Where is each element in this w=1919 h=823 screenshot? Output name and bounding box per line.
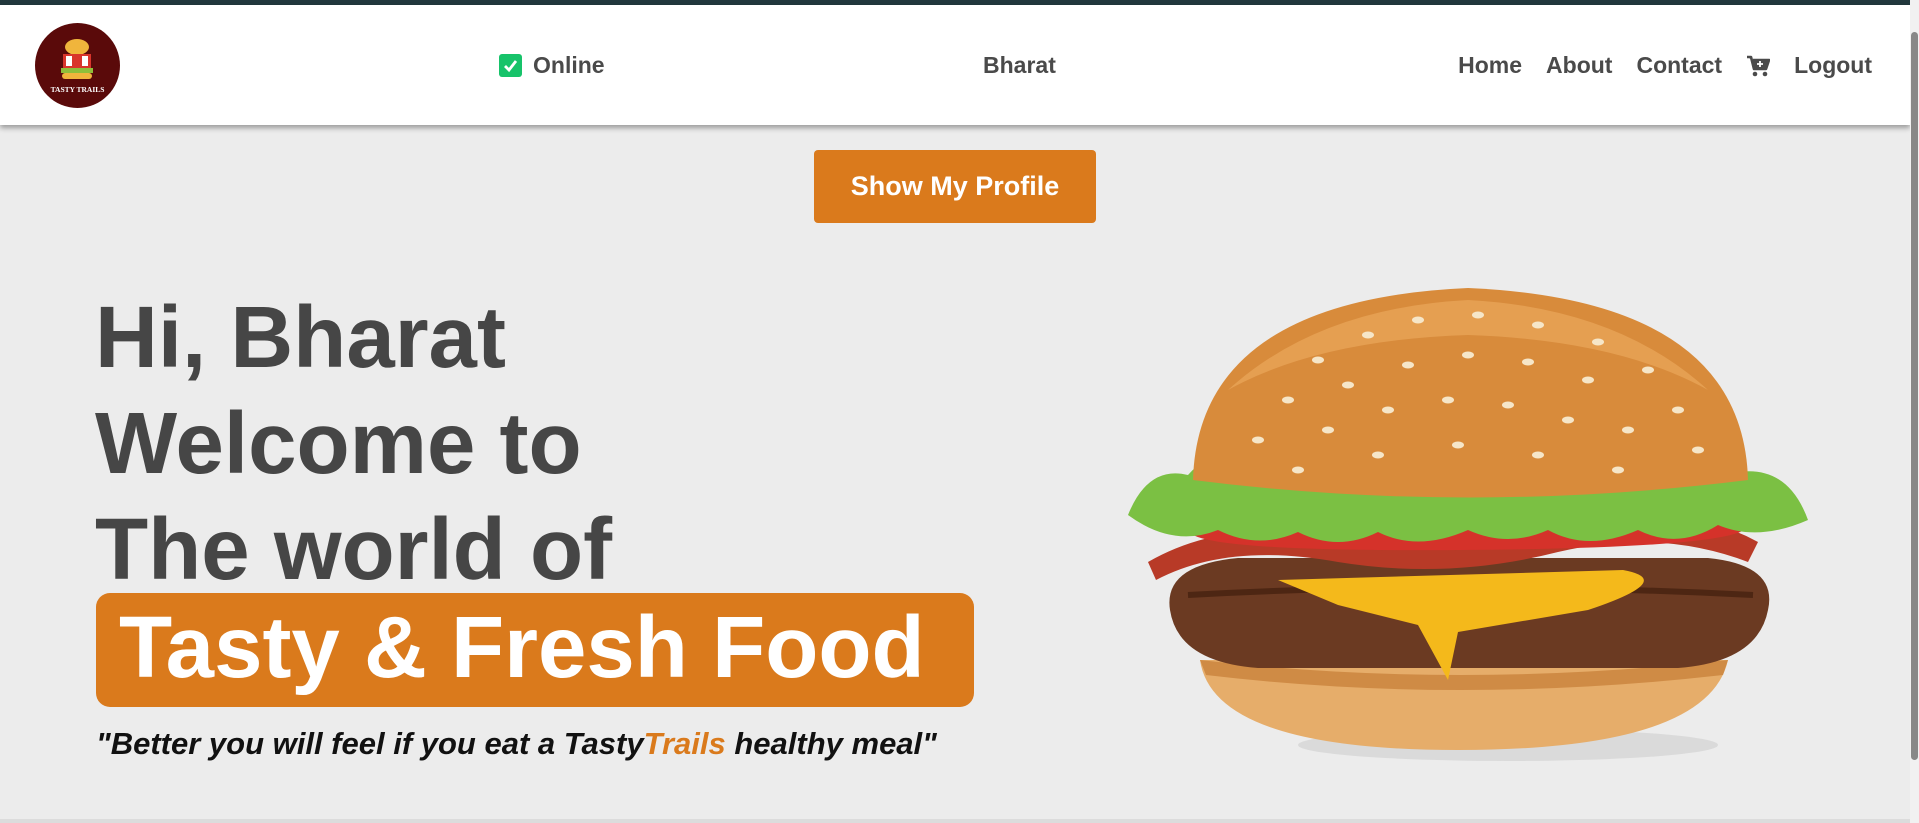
highlight-heading: Tasty & Fresh Food — [119, 599, 925, 696]
welcome-heading: Welcome to — [95, 395, 582, 492]
brand-logo[interactable]: TASTY TRAILS — [35, 23, 120, 108]
burger-image — [1118, 280, 1818, 775]
logo-text: TASTY TRAILS — [51, 85, 105, 94]
online-status: Online — [499, 52, 605, 79]
tagline: "Better you will feel if you eat a Tasty… — [96, 726, 937, 762]
show-profile-button[interactable]: Show My Profile — [814, 150, 1096, 223]
tagline-end: healthy meal" — [725, 726, 937, 761]
nav-home[interactable]: Home — [1458, 52, 1522, 79]
world-of-heading: The world of — [95, 501, 613, 598]
navbar: TASTY TRAILS Online Bharat Home About Co… — [0, 5, 1910, 125]
nav-links: Home About Contact Logout — [1458, 52, 1872, 79]
tagline-start: "Better you will feel if you eat a Tasty — [96, 726, 644, 761]
tagline-accent: Trails — [643, 726, 726, 761]
bottom-edge — [0, 819, 1910, 823]
nav-contact[interactable]: Contact — [1636, 52, 1722, 79]
greeting-heading: Hi, Bharat — [95, 289, 506, 386]
scrollbar-thumb[interactable] — [1911, 32, 1918, 760]
cart-icon[interactable] — [1746, 55, 1771, 77]
nav-about[interactable]: About — [1546, 52, 1612, 79]
status-label: Online — [533, 52, 605, 78]
check-icon[interactable] — [499, 54, 522, 77]
username: Bharat — [983, 52, 1056, 78]
nav-logout[interactable]: Logout — [1794, 52, 1872, 79]
page-scrollbar[interactable] — [1910, 0, 1919, 823]
